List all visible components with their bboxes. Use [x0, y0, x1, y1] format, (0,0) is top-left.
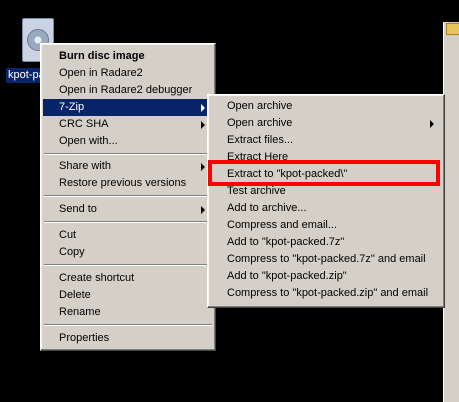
menu-item-cut[interactable]: Cut	[43, 227, 213, 244]
submenu-item-add-to-7z[interactable]: Add to "kpot-packed.7z"	[210, 234, 442, 251]
menu-item-create-shortcut[interactable]: Create shortcut	[43, 270, 213, 287]
folder-icon	[446, 23, 459, 35]
menu-item-crc-sha[interactable]: CRC SHA	[43, 116, 213, 133]
menu-item-restore-previous-versions[interactable]: Restore previous versions	[43, 175, 213, 192]
menu-item-share-with[interactable]: Share with	[43, 158, 213, 175]
submenu-item-add-to-archive[interactable]: Add to archive...	[210, 200, 442, 217]
highlight-annotation-box	[208, 160, 440, 186]
submenu-item-compress-and-email[interactable]: Compress and email...	[210, 217, 442, 234]
menu-item-open-in-radare2-debugger[interactable]: Open in Radare2 debugger	[43, 82, 213, 99]
submenu-item-open-archive-more[interactable]: Open archive	[210, 115, 442, 132]
menu-item-delete[interactable]: Delete	[43, 287, 213, 304]
menu-item-7zip[interactable]: 7-Zip	[43, 99, 213, 116]
menu-item-share-with-label: Share with	[59, 160, 111, 172]
menu-separator	[44, 195, 212, 197]
context-menu: Burn disc image Open in Radare2 Open in …	[40, 43, 216, 351]
menu-separator	[44, 264, 212, 266]
submenu-item-open-archive-more-label: Open archive	[227, 117, 293, 129]
menu-item-open-in-radare2[interactable]: Open in Radare2	[43, 65, 213, 82]
menu-item-crc-sha-label: CRC SHA	[59, 118, 109, 130]
submenu-arrow-icon	[201, 121, 205, 129]
submenu-item-open-archive[interactable]: Open archive	[210, 98, 442, 115]
submenu-arrow-icon	[430, 120, 434, 128]
menu-item-copy[interactable]: Copy	[43, 244, 213, 261]
menu-separator	[44, 221, 212, 223]
menu-item-rename[interactable]: Rename	[43, 304, 213, 321]
submenu-item-add-to-zip[interactable]: Add to "kpot-packed.zip"	[210, 268, 442, 285]
menu-item-send-to-label: Send to	[59, 203, 97, 215]
7zip-submenu: Open archive Open archive Extract files.…	[207, 94, 445, 308]
menu-item-burn-disc-image[interactable]: Burn disc image	[43, 48, 213, 65]
submenu-item-compress-to-7z-and-email[interactable]: Compress to "kpot-packed.7z" and email	[210, 251, 442, 268]
submenu-arrow-icon	[201, 206, 205, 214]
menu-item-properties[interactable]: Properties	[43, 330, 213, 347]
menu-separator	[44, 324, 212, 326]
menu-item-send-to[interactable]: Send to	[43, 201, 213, 218]
submenu-item-compress-to-zip-and-email[interactable]: Compress to "kpot-packed.zip" and email	[210, 285, 442, 302]
background-window-edge	[443, 22, 459, 402]
menu-separator	[44, 153, 212, 155]
submenu-arrow-icon	[201, 104, 205, 112]
submenu-arrow-icon	[201, 163, 205, 171]
menu-item-7zip-label: 7-Zip	[59, 101, 85, 113]
submenu-item-extract-files[interactable]: Extract files...	[210, 132, 442, 149]
menu-item-open-with[interactable]: Open with...	[43, 133, 213, 150]
